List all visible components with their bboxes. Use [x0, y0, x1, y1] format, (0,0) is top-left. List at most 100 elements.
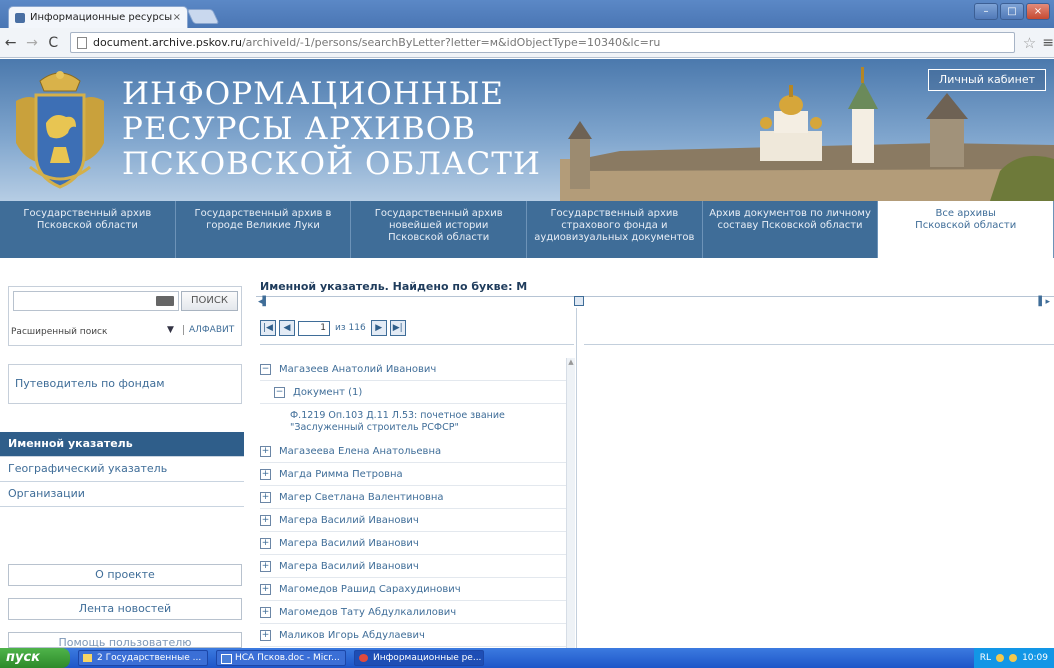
prev-page-icon[interactable]: ◀: [279, 320, 295, 336]
news-button[interactable]: Лента новостей: [8, 598, 242, 620]
tab-close-icon[interactable]: ×: [173, 12, 181, 23]
tray-icon[interactable]: [996, 654, 1005, 662]
first-page-icon[interactable]: |◀: [260, 320, 276, 336]
bookmark-star-icon[interactable]: ☆: [1023, 34, 1036, 52]
group-label[interactable]: Документ (1): [293, 387, 362, 398]
url-host: document.archive.pskov.ru: [92, 36, 242, 49]
tray-icon[interactable]: [1009, 654, 1018, 662]
chevron-down-icon[interactable]: ▼: [167, 325, 174, 335]
split-toggle-icon[interactable]: [574, 296, 584, 306]
person-name[interactable]: Магазеев Анатолий Иванович: [279, 364, 436, 375]
title-line: ПСКОВСКОЙ ОБЛАСТИ: [122, 146, 541, 182]
address-bar[interactable]: document.archive.pskov.ru/archiveId/-1/p…: [69, 32, 1015, 53]
archive-tab[interactable]: Государственный архив новейшей истории П…: [351, 201, 528, 258]
expand-icon[interactable]: +: [260, 629, 271, 641]
language-indicator[interactable]: RL: [980, 653, 991, 663]
divider: [584, 344, 1054, 345]
taskbar-folder[interactable]: 2 Государственные ...: [78, 650, 208, 666]
archive-tab[interactable]: Государственный архив в городе Великие Л…: [176, 201, 352, 258]
clock: 10:09: [1022, 653, 1048, 663]
start-button[interactable]: пуск: [0, 648, 70, 668]
window-close-icon[interactable]: ×: [1026, 3, 1050, 20]
expand-icon[interactable]: +: [260, 468, 271, 480]
expand-icon[interactable]: +: [260, 537, 271, 549]
person-name[interactable]: Магомедов Тату Абдулкалилович: [279, 607, 456, 618]
person-name[interactable]: Магазеева Елена Анатольевна: [279, 446, 441, 457]
nav-organizations[interactable]: Организации: [0, 482, 244, 507]
site-title: ИНФОРМАЦИОННЫЕ РЕСУРСЫ АРХИВОВ ПСКОВСКОЙ…: [122, 77, 541, 182]
page-title: Именной указатель. Найдено по букве: М: [260, 280, 528, 293]
document-link[interactable]: Ф.1219 Оп.103 Д.11 Л.53: почетное звание…: [290, 410, 566, 434]
collapse-right-icon[interactable]: ▌▸: [1039, 297, 1050, 307]
tree-row[interactable]: + Магда Римма Петровна: [260, 463, 566, 486]
page-input[interactable]: 1: [298, 320, 330, 336]
tree-row[interactable]: + Магазеева Елена Анатольевна: [260, 440, 566, 463]
collapse-icon[interactable]: −: [274, 386, 285, 398]
person-name[interactable]: Магда Римма Петровна: [279, 469, 403, 480]
archive-tab[interactable]: Архив документов по личному составу Пско…: [703, 201, 879, 258]
tree-row[interactable]: + Магера Василий Иванович: [260, 532, 566, 555]
fund-guide-link[interactable]: Путеводитель по фондам: [8, 364, 242, 404]
back-icon[interactable]: ←: [0, 35, 21, 51]
expand-icon[interactable]: +: [260, 606, 271, 618]
menu-icon[interactable]: ≡: [1042, 35, 1054, 51]
expand-icon[interactable]: +: [260, 491, 271, 503]
pager: |◀ ◀ 1 из 116 ▶ ▶|: [260, 318, 406, 338]
name-tree: − Магазеев Анатолий Иванович − Документ …: [260, 358, 566, 648]
browser-tab[interactable]: Информационные ресурсы ×: [8, 6, 188, 28]
next-page-icon[interactable]: ▶: [370, 320, 387, 336]
person-name[interactable]: Магера Василий Иванович: [279, 538, 419, 549]
collapse-icon[interactable]: −: [260, 363, 271, 375]
forward-icon[interactable]: →: [21, 35, 42, 51]
nav-geo-index[interactable]: Географический указатель: [0, 457, 244, 482]
advanced-search-link[interactable]: Расширенный поиск: [11, 327, 107, 337]
tree-row-document[interactable]: Ф.1219 Оп.103 Д.11 Л.53: почетное звание…: [260, 404, 566, 440]
help-button[interactable]: Помощь пользователю: [8, 632, 242, 648]
about-button[interactable]: О проекте: [8, 564, 242, 586]
tree-row[interactable]: + Магомедов Тату Абдулкалилович: [260, 601, 566, 624]
personal-cabinet-button[interactable]: Личный кабинет: [928, 69, 1046, 91]
new-tab-button[interactable]: [186, 9, 220, 24]
person-name[interactable]: Магер Светлана Валентиновна: [279, 492, 444, 503]
taskbar-chrome[interactable]: Информационные ре...: [354, 650, 484, 666]
tree-row[interactable]: − Магазеев Анатолий Иванович: [260, 358, 566, 381]
panel-splitter[interactable]: [576, 308, 577, 648]
tree-row[interactable]: + Магер Светлана Валентиновна: [260, 486, 566, 509]
tree-scrollbar[interactable]: ▲: [566, 358, 575, 648]
title-line: ИНФОРМАЦИОННЫЕ: [122, 76, 504, 112]
maximize-icon[interactable]: □: [1000, 3, 1024, 20]
divider: [260, 344, 574, 345]
tab-title: Информационные ресурсы: [30, 12, 173, 23]
tree-row[interactable]: + Маликов Игорь Абдулаевич: [260, 624, 566, 647]
tree-row[interactable]: − Документ (1): [260, 381, 566, 404]
page-total: из 116: [335, 323, 366, 333]
index-nav: Именной указатель Географический указате…: [0, 432, 244, 507]
expand-icon[interactable]: +: [260, 560, 271, 572]
search-button[interactable]: ПОИСК: [181, 291, 238, 311]
tree-row[interactable]: + Магера Василий Иванович: [260, 509, 566, 532]
scroll-up-icon[interactable]: ▲: [567, 358, 575, 366]
alphabet-button[interactable]: АЛФАВИТ: [183, 325, 234, 335]
nav-name-index[interactable]: Именной указатель: [0, 432, 244, 457]
expand-icon[interactable]: +: [260, 514, 271, 526]
person-name[interactable]: Магера Василий Иванович: [279, 515, 419, 526]
person-name[interactable]: Маликов Игорь Абдулаевич: [279, 630, 425, 641]
collapse-left-icon[interactable]: ◂▌: [258, 297, 269, 307]
last-page-icon[interactable]: ▶|: [389, 320, 406, 336]
os-taskbar: пуск 2 Государственные ... НСА Псков.doc…: [0, 648, 1054, 668]
keyboard-icon[interactable]: [156, 296, 174, 306]
search-input[interactable]: [13, 291, 179, 311]
archive-tab[interactable]: Государственный архив страхового фонда и…: [527, 201, 703, 258]
taskbar-word[interactable]: НСА Псков.doc - Micr...: [216, 650, 346, 666]
tree-row[interactable]: + Магера Василий Иванович: [260, 555, 566, 578]
expand-icon[interactable]: +: [260, 583, 271, 595]
minimize-icon[interactable]: –: [974, 3, 998, 20]
person-name[interactable]: Магомедов Рашид Сарахудинович: [279, 584, 461, 595]
tree-row[interactable]: + Магомедов Рашид Сарахудинович: [260, 578, 566, 601]
expand-icon[interactable]: +: [260, 445, 271, 457]
archive-tab[interactable]: Государственный архив Псковской области: [0, 201, 176, 258]
reload-icon[interactable]: C: [43, 35, 64, 51]
person-name[interactable]: Магера Василий Иванович: [279, 561, 419, 572]
archive-tab-all[interactable]: Все архивы Псковской области: [878, 201, 1054, 258]
page-icon: [76, 36, 87, 49]
